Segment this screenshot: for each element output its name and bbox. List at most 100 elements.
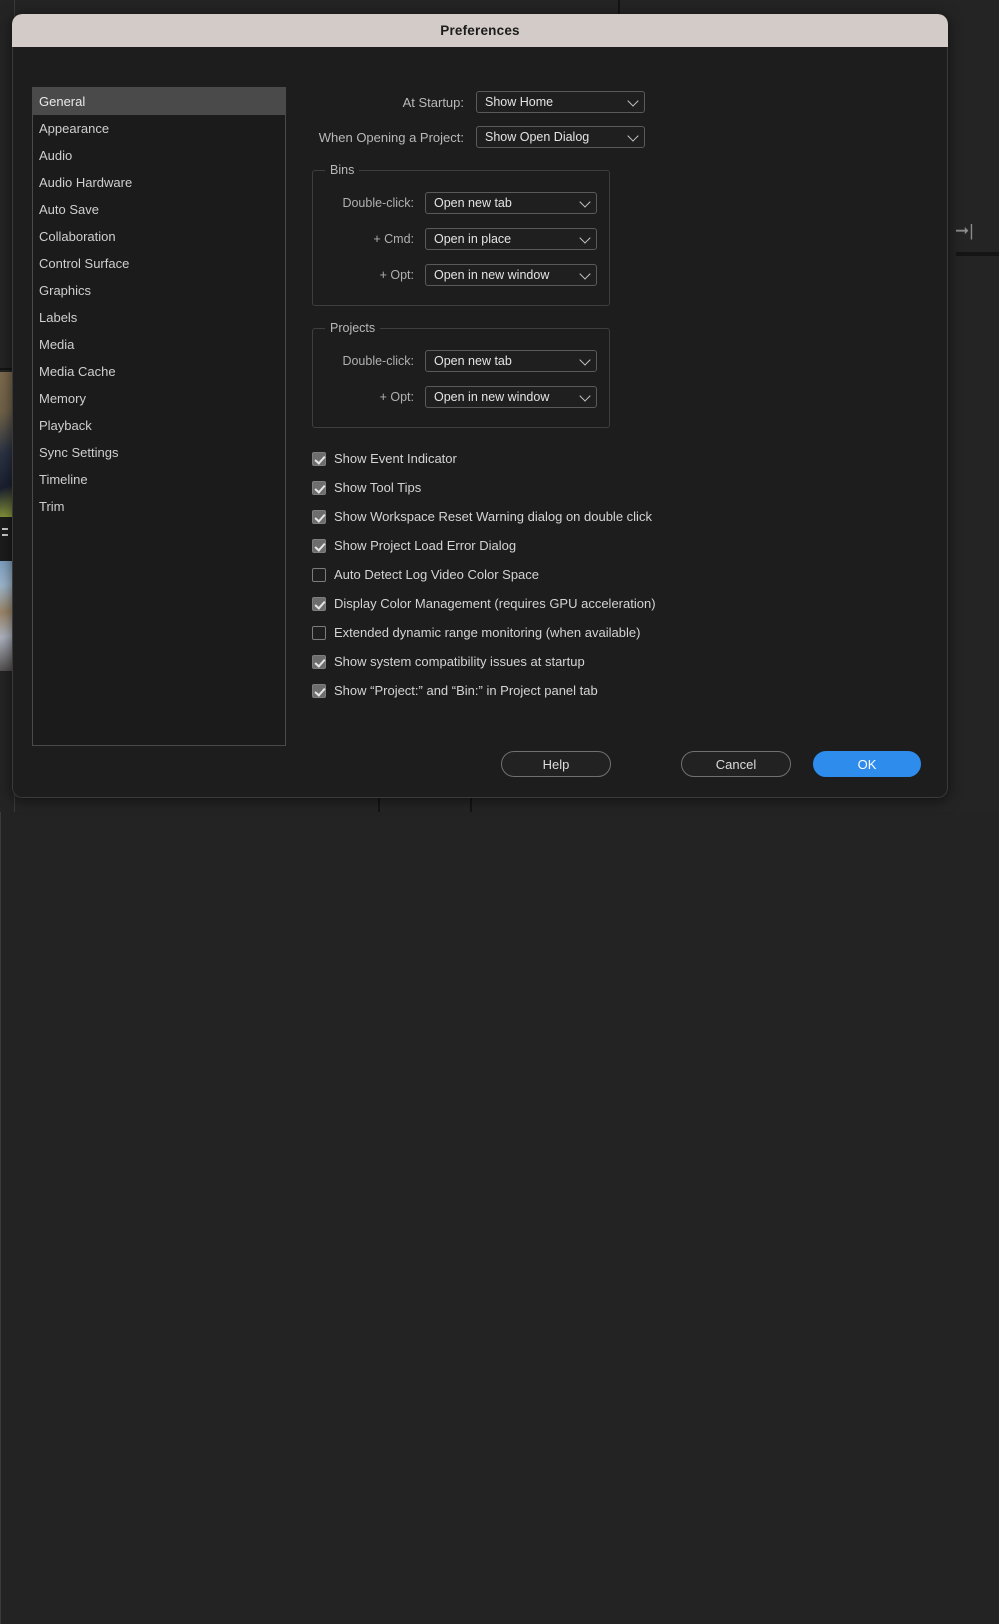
sidebar-item-sync-settings[interactable]: Sync Settings [33,439,285,466]
sidebar-item-label: Auto Save [39,202,99,217]
sidebar-item-label: Sync Settings [39,445,119,460]
panel-divider-top [618,0,620,14]
chevron-down-icon [579,354,590,365]
help-button[interactable]: Help [501,751,611,777]
sidebar-item-audio-hardware[interactable]: Audio Hardware [33,169,285,196]
at-startup-value: Show Home [485,95,553,109]
sidebar-item-audio[interactable]: Audio [33,142,285,169]
cancel-button[interactable]: Cancel [681,751,791,777]
row-when-opening-project: When Opening a Project: Show Open Dialog [296,122,936,152]
sidebar-item-label: General [39,94,85,109]
sidebar-item-trim[interactable]: Trim [33,493,285,520]
sidebar-item-timeline[interactable]: Timeline [33,466,285,493]
chevron-down-icon [579,232,590,243]
checkbox-label: Show Event Indicator [334,451,457,466]
bins-value: Open in place [434,232,511,246]
projects-select[interactable]: Open in new window [425,386,597,408]
checkbox-unchecked-icon[interactable] [312,626,326,640]
projects-legend: Projects [325,321,380,335]
checkbox-checked-icon[interactable] [312,481,326,495]
checkbox-checked-icon[interactable] [312,539,326,553]
preferences-category-list[interactable]: General Appearance Audio Audio Hardware Auto… [32,87,286,746]
projects-rows: Double-click: Open new tab + Opt:Open in n… [325,343,597,415]
when-opening-project-select[interactable]: Show Open Dialog [476,126,645,148]
checkbox-label: Show Tool Tips [334,480,421,495]
bins-label: Double-click: [325,196,425,210]
bins-row: + Cmd: Open in place [325,221,597,257]
sidebar-item-label: Labels [39,310,77,325]
at-startup-label: At Startup: [296,95,476,110]
bins-select[interactable]: Open in new window [425,264,597,286]
chevron-down-icon [579,196,590,207]
media-meta-line-1 [2,528,8,530]
checkbox-label: Show “Project:” and “Bin:” in Project pa… [334,683,598,698]
projects-group: Projects Double-click:Open new tab+ Opt:… [312,328,610,428]
checkbox-checked-icon[interactable] [312,510,326,524]
right-tool-panel [0,812,43,1624]
sidebar-item-label: Trim [39,499,65,514]
checkbox-row[interactable]: Show Workspace Reset Warning dialog on d… [312,502,936,531]
sidebar-item-label: Media [39,337,74,352]
when-opening-project-value: Show Open Dialog [485,130,589,144]
checkbox-row[interactable]: Auto Detect Log Video Color Space [312,560,936,589]
sidebar-item-label: Control Surface [39,256,129,271]
projects-row: + Opt:Open in new window [325,379,597,415]
checkbox-checked-icon[interactable] [312,655,326,669]
dialog-footer: Help Cancel OK [13,749,947,779]
checkbox-label: Extended dynamic range monitoring (when … [334,625,640,640]
arrow-to-bracket-icon[interactable]: ➞| [955,220,981,242]
projects-select[interactable]: Open new tab [425,350,597,372]
at-startup-select[interactable]: Show Home [476,91,645,113]
sidebar-item-general[interactable]: General [33,88,285,115]
sidebar-item-label: Playback [39,418,92,433]
dialog-title-bar: Preferences [12,14,948,47]
right-panel-separator [956,252,999,256]
sidebar-item-label: Collaboration [39,229,116,244]
bins-select[interactable]: Open in place [425,228,597,250]
sidebar-item-control-surface[interactable]: Control Surface [33,250,285,277]
preferences-dialog: Preferences General Appearance Audio Audio … [12,14,948,798]
sidebar-item-labels[interactable]: Labels [33,304,285,331]
sidebar-item-label: Memory [39,391,86,406]
sidebar-item-playback[interactable]: Playback [33,412,285,439]
bins-row: Double-click:Open new tab [325,185,597,221]
chevron-down-icon [579,268,590,279]
sidebar-item-memory[interactable]: Memory [33,385,285,412]
sidebar-item-appearance[interactable]: Appearance [33,115,285,142]
sidebar-item-graphics[interactable]: Graphics [33,277,285,304]
sidebar-item-auto-save[interactable]: Auto Save [33,196,285,223]
sidebar-item-label: Audio [39,148,72,163]
bins-select[interactable]: Open new tab [425,192,597,214]
projects-label: Double-click: [325,354,425,368]
dialog-title: Preferences [440,23,520,38]
projects-value: Open new tab [434,354,512,368]
checkbox-checked-icon[interactable] [312,684,326,698]
checkbox-label: Show Workspace Reset Warning dialog on d… [334,509,652,524]
checkbox-row[interactable]: Display Color Management (requires GPU a… [312,589,936,618]
checkbox-row[interactable]: Show “Project:” and “Bin:” in Project pa… [312,676,936,705]
checkbox-row[interactable]: Show Tool Tips [312,473,936,502]
sidebar-item-label: Audio Hardware [39,175,132,190]
sidebar-item-label: Graphics [39,283,91,298]
bins-group: Bins Double-click:Open new tab+ Cmd:Open… [312,170,610,306]
bins-label: + Cmd: [325,232,425,246]
media-meta-line-2 [2,534,8,536]
sidebar-item-media-cache[interactable]: Media Cache [33,358,285,385]
checkbox-label: Show system compatibility issues at star… [334,654,585,669]
checkbox-unchecked-icon[interactable] [312,568,326,582]
sidebar-item-collaboration[interactable]: Collaboration [33,223,285,250]
checkbox-checked-icon[interactable] [312,597,326,611]
projects-label: + Opt: [325,390,425,404]
chevron-down-icon [627,130,638,141]
bins-legend: Bins [325,163,359,177]
checkbox-row[interactable]: Show Event Indicator [312,444,936,473]
chevron-down-icon [627,95,638,106]
sidebar-item-label: Appearance [39,121,109,136]
ok-button[interactable]: OK [813,751,921,777]
sidebar-item-label: Media Cache [39,364,116,379]
checkbox-row[interactable]: Show system compatibility issues at star… [312,647,936,676]
checkbox-checked-icon[interactable] [312,452,326,466]
checkbox-row[interactable]: Extended dynamic range monitoring (when … [312,618,936,647]
sidebar-item-media[interactable]: Media [33,331,285,358]
checkbox-row[interactable]: Show Project Load Error Dialog [312,531,936,560]
